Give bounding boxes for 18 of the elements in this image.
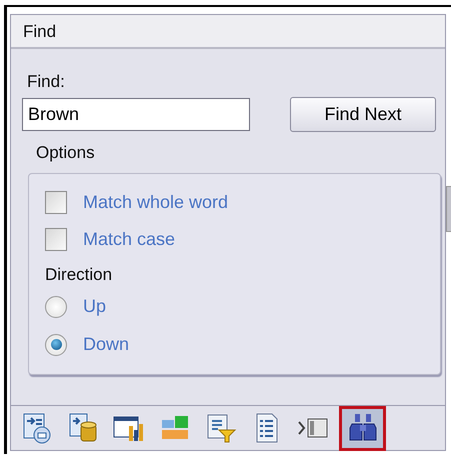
checkbox-label: Match case: [83, 228, 176, 251]
checkbox[interactable]: [45, 191, 67, 214]
panel-title: Find: [23, 22, 56, 41]
options-label: Options: [36, 142, 95, 162]
import-icon: [21, 412, 53, 444]
filter-icon: [205, 412, 237, 444]
radio-button[interactable]: [45, 296, 67, 318]
radio-label: Down: [83, 333, 130, 356]
find-field[interactable]: Brown: [22, 98, 250, 130]
radio-button[interactable]: [45, 334, 67, 356]
checkbox[interactable]: [45, 228, 67, 251]
database-icon: [67, 412, 99, 444]
find-next-button[interactable]: Find Next: [290, 96, 436, 132]
checkbox-label: Match whole word: [83, 191, 228, 214]
radio-label: Up: [83, 295, 106, 318]
find-label: Find:: [27, 72, 65, 91]
toolbar-button[interactable]: [339, 406, 386, 450]
direction-label: Direction: [45, 265, 112, 284]
